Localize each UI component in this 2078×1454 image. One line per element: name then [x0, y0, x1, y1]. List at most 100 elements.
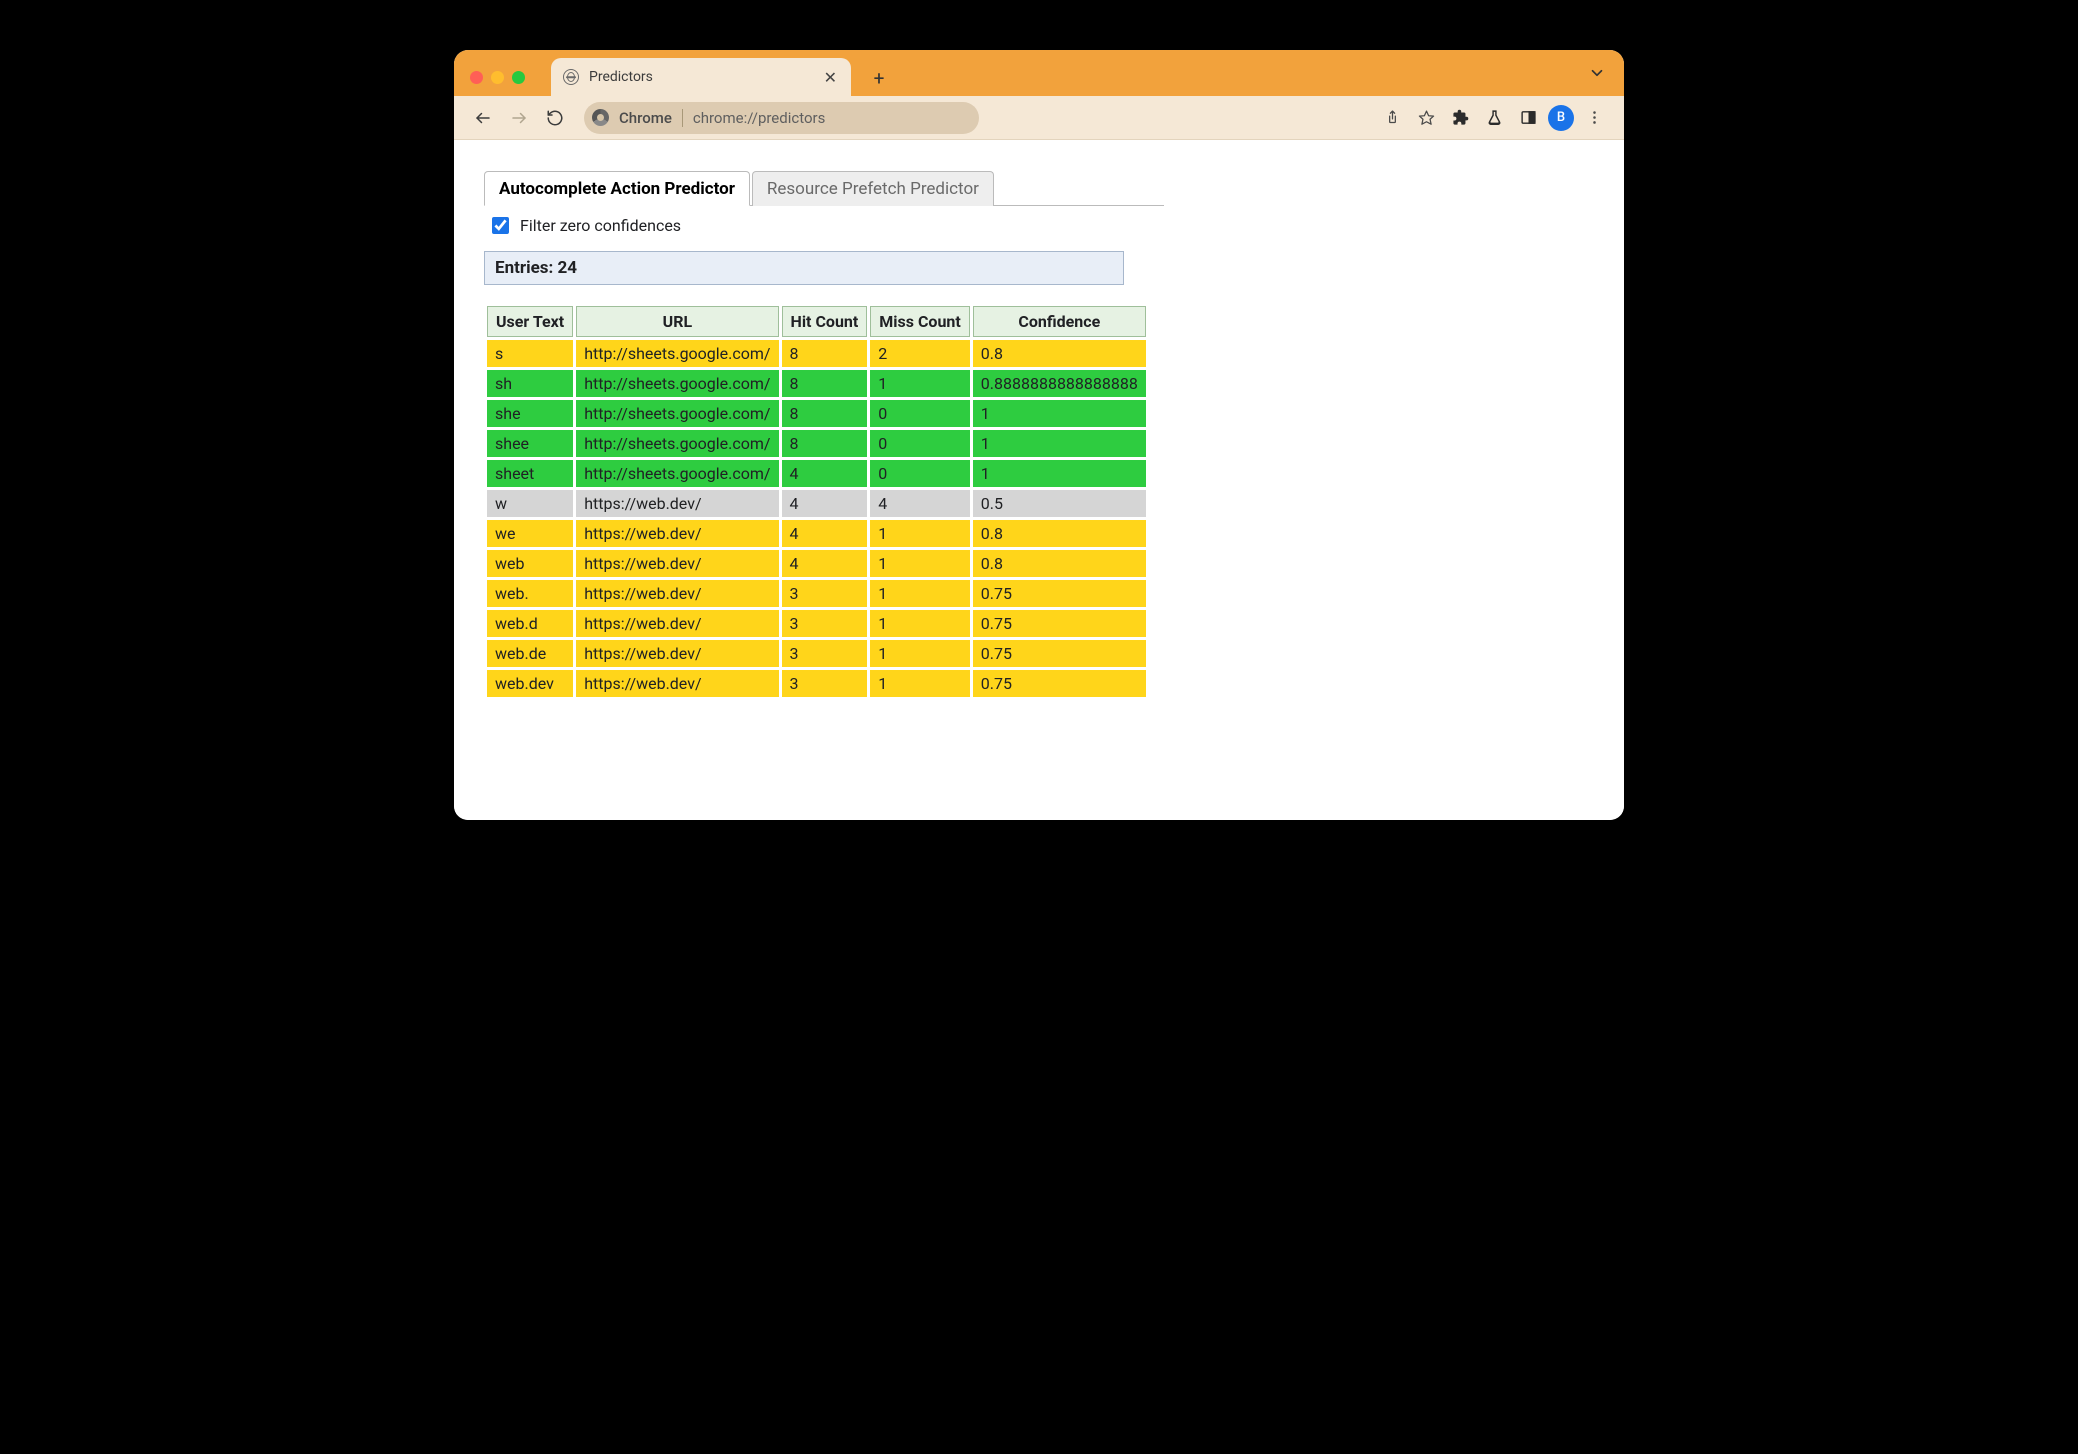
- cell-url: http://sheets.google.com/: [576, 430, 778, 457]
- cell-miss: 1: [870, 520, 970, 547]
- cell-hit: 3: [782, 580, 868, 607]
- close-tab-icon[interactable]: ✕: [822, 68, 839, 87]
- browser-tab[interactable]: Predictors ✕: [551, 58, 851, 96]
- cell-user-text: web.: [487, 580, 573, 607]
- table-row[interactable]: web.dehttps://web.dev/310.75: [487, 640, 1146, 667]
- table-row[interactable]: web.dhttps://web.dev/310.75: [487, 610, 1146, 637]
- cell-hit: 4: [782, 520, 868, 547]
- table-row[interactable]: web.devhttps://web.dev/310.75: [487, 670, 1146, 697]
- toolbar-actions: B: [1376, 102, 1610, 134]
- table-header-row: User Text URL Hit Count Miss Count Confi…: [487, 306, 1146, 337]
- cell-url: http://sheets.google.com/: [576, 460, 778, 487]
- cell-confidence: 0.75: [973, 580, 1146, 607]
- cell-hit: 8: [782, 370, 868, 397]
- address-separator: [682, 109, 683, 127]
- cell-miss: 2: [870, 340, 970, 367]
- cell-confidence: 0.8: [973, 550, 1146, 577]
- address-url: chrome://predictors: [693, 109, 826, 127]
- cell-confidence: 1: [973, 430, 1146, 457]
- cell-url: https://web.dev/: [576, 490, 778, 517]
- cell-user-text: s: [487, 340, 573, 367]
- menu-button[interactable]: [1578, 102, 1610, 134]
- cell-confidence: 0.75: [973, 670, 1146, 697]
- cell-confidence: 0.8: [973, 520, 1146, 547]
- cell-user-text: w: [487, 490, 573, 517]
- tab-autocomplete-action-predictor[interactable]: Autocomplete Action Predictor: [484, 171, 750, 206]
- chrome-icon: [592, 109, 609, 126]
- extensions-button[interactable]: [1444, 102, 1476, 134]
- col-confidence[interactable]: Confidence: [973, 306, 1146, 337]
- bookmark-button[interactable]: [1410, 102, 1442, 134]
- window-controls: [470, 71, 525, 84]
- col-miss-count[interactable]: Miss Count: [870, 306, 970, 337]
- tab-title: Predictors: [589, 69, 812, 85]
- minimize-window-button[interactable]: [491, 71, 504, 84]
- cell-user-text: we: [487, 520, 573, 547]
- labs-button[interactable]: [1478, 102, 1510, 134]
- cell-miss: 1: [870, 610, 970, 637]
- cell-miss: 1: [870, 550, 970, 577]
- profile-avatar[interactable]: B: [1548, 105, 1574, 131]
- maximize-window-button[interactable]: [512, 71, 525, 84]
- col-url[interactable]: URL: [576, 306, 778, 337]
- filter-zero-confidences-label[interactable]: Filter zero confidences: [520, 216, 681, 235]
- cell-url: https://web.dev/: [576, 640, 778, 667]
- filter-zero-confidences-checkbox[interactable]: [492, 217, 509, 234]
- cell-url: http://sheets.google.com/: [576, 370, 778, 397]
- cell-user-text: web: [487, 550, 573, 577]
- table-row[interactable]: shehttp://sheets.google.com/801: [487, 400, 1146, 427]
- table-row[interactable]: sheehttp://sheets.google.com/801: [487, 430, 1146, 457]
- address-bar[interactable]: Chrome chrome://predictors: [584, 102, 979, 134]
- predictors-table: User Text URL Hit Count Miss Count Confi…: [484, 303, 1149, 700]
- cell-hit: 4: [782, 550, 868, 577]
- globe-icon: [563, 69, 579, 85]
- filter-row: Filter zero confidences: [484, 206, 1164, 251]
- toolbar: Chrome chrome://predictors B: [454, 96, 1624, 140]
- cell-hit: 3: [782, 610, 868, 637]
- cell-url: http://sheets.google.com/: [576, 340, 778, 367]
- cell-hit: 4: [782, 460, 868, 487]
- browser-window: Predictors ✕ + Chrome chrome://predictor…: [454, 50, 1624, 820]
- table-row[interactable]: whttps://web.dev/440.5: [487, 490, 1146, 517]
- tab-strip: Predictors ✕ +: [454, 50, 1624, 96]
- table-row[interactable]: webhttps://web.dev/410.8: [487, 550, 1146, 577]
- table-row[interactable]: shhttp://sheets.google.com/810.888888888…: [487, 370, 1146, 397]
- cell-url: http://sheets.google.com/: [576, 400, 778, 427]
- cell-confidence: 0.75: [973, 610, 1146, 637]
- cell-hit: 8: [782, 400, 868, 427]
- table-row[interactable]: shttp://sheets.google.com/820.8: [487, 340, 1146, 367]
- tab-search-button[interactable]: [1588, 64, 1606, 87]
- cell-miss: 0: [870, 430, 970, 457]
- cell-url: https://web.dev/: [576, 550, 778, 577]
- cell-user-text: sheet: [487, 460, 573, 487]
- tab-resource-prefetch-predictor[interactable]: Resource Prefetch Predictor: [752, 171, 994, 206]
- cell-user-text: she: [487, 400, 573, 427]
- cell-miss: 1: [870, 580, 970, 607]
- cell-user-text: web.dev: [487, 670, 573, 697]
- new-tab-button[interactable]: +: [865, 64, 893, 92]
- forward-button[interactable]: [504, 103, 534, 133]
- close-window-button[interactable]: [470, 71, 483, 84]
- col-user-text[interactable]: User Text: [487, 306, 573, 337]
- page-tabs: Autocomplete Action Predictor Resource P…: [484, 170, 1164, 206]
- page-content: Autocomplete Action Predictor Resource P…: [454, 140, 1624, 820]
- cell-hit: 8: [782, 340, 868, 367]
- table-row[interactable]: sheethttp://sheets.google.com/401: [487, 460, 1146, 487]
- table-row[interactable]: web.https://web.dev/310.75: [487, 580, 1146, 607]
- side-panel-button[interactable]: [1512, 102, 1544, 134]
- cell-miss: 0: [870, 400, 970, 427]
- back-button[interactable]: [468, 103, 498, 133]
- cell-url: https://web.dev/: [576, 520, 778, 547]
- cell-confidence: 1: [973, 460, 1146, 487]
- cell-confidence: 0.5: [973, 490, 1146, 517]
- cell-url: https://web.dev/: [576, 610, 778, 637]
- cell-confidence: 0.8: [973, 340, 1146, 367]
- cell-hit: 4: [782, 490, 868, 517]
- cell-confidence: 1: [973, 400, 1146, 427]
- cell-miss: 0: [870, 460, 970, 487]
- cell-miss: 1: [870, 370, 970, 397]
- reload-button[interactable]: [540, 103, 570, 133]
- col-hit-count[interactable]: Hit Count: [782, 306, 868, 337]
- share-button[interactable]: [1376, 102, 1408, 134]
- table-row[interactable]: wehttps://web.dev/410.8: [487, 520, 1146, 547]
